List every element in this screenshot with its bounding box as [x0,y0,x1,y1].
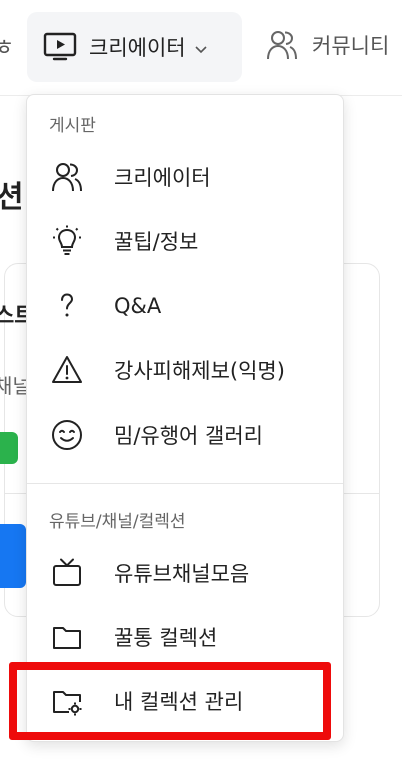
menu-item-meme-gallery[interactable]: 밈/유행어 갤러리 [27,405,343,465]
menu-item-qna[interactable]: Q&A [27,276,343,336]
section-divider [27,483,343,484]
creator-dropdown-menu: 게시판 크리에이터 꿀팁/정보 Q&A 강사피해제보(익명) 밈/유행어 갤러리… [26,94,344,742]
menu-item-label: 꿀팁/정보 [114,230,199,254]
menu-item-label: 꿀통 컬렉션 [114,626,218,650]
menu-item-label: 밈/유행어 갤러리 [114,424,263,448]
tv-icon [43,32,77,61]
menu-item-creator[interactable]: 크리에이터 [27,147,343,207]
users-icon [49,159,85,195]
tab-community-label: 커뮤니티 [312,34,390,58]
tab-creator[interactable]: 크리에이터 [27,12,242,82]
lightbulb-icon [49,223,85,259]
tab-creator-label: 크리에이터 [89,36,186,60]
section-label-youtube: 유튜브/채널/컬렉션 [49,512,186,532]
menu-item-report[interactable]: 강사피해제보(익명) [27,340,343,400]
nav-left-stub[interactable]: ㅎ [0,30,14,62]
folder-settings-icon [49,683,85,719]
chevron-down-icon [195,46,207,54]
menu-item-label: 강사피해제보(익명) [114,359,285,383]
users-icon [267,31,297,60]
page-heading-partial: 션 [0,180,24,215]
menu-item-youtube-channels[interactable]: 유튜브채널모음 [27,543,343,603]
menu-item-honey-collection[interactable]: 꿀통 컬렉션 [27,607,343,667]
green-badge [0,432,18,464]
menu-item-label: 내 컬렉션 관리 [114,690,244,714]
folder-icon [49,619,85,655]
tv-icon [49,555,85,591]
primary-button-partial[interactable] [0,524,26,588]
menu-item-tips[interactable]: 꿀팁/정보 [27,211,343,271]
menu-item-my-collection-manage[interactable]: 내 컬렉션 관리 [27,671,343,731]
smile-icon [49,417,85,453]
menu-item-label: 크리에이터 [114,166,211,190]
menu-item-label: 유튜브채널모음 [114,562,250,586]
menu-item-label: Q&A [114,294,162,318]
warning-icon [49,352,85,388]
section-label-board: 게시판 [49,116,96,136]
tab-community[interactable]: 커뮤니티 [266,28,389,62]
question-icon [49,288,85,324]
top-navigation: ㅎ 크리에이터 커뮤니티 [0,0,402,96]
